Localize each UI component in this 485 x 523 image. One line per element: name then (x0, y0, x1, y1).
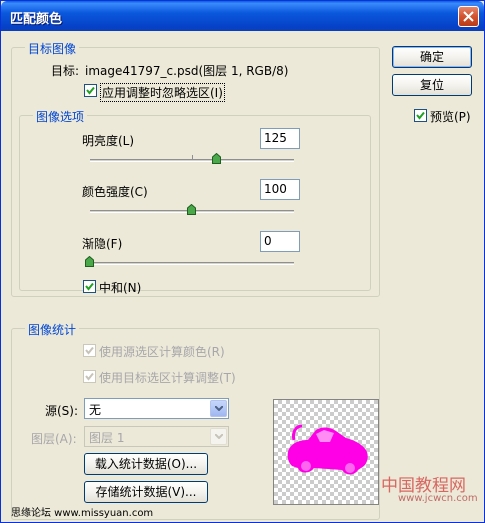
target-image-legend: 目标图像 (25, 40, 80, 57)
ok-button[interactable]: 确定 (392, 46, 472, 68)
ignore-selection-checkbox[interactable] (84, 84, 97, 97)
target-value: image41797_c.psd(图层 1, RGB/8) (85, 64, 289, 78)
fade-slider-track[interactable] (90, 262, 294, 265)
use-target-selection-checkbox[interactable] (83, 370, 96, 383)
source-label: 源(S): (45, 404, 79, 418)
luminance-label: 明亮度(L) (82, 134, 135, 148)
check-icon (85, 282, 94, 291)
watermark-right-url: www.jcwcn.com (398, 493, 478, 504)
color-intensity-label: 颜色强度(C) (82, 185, 148, 199)
fade-label: 渐隐(F) (82, 237, 123, 251)
color-intensity-slider-thumb[interactable] (187, 204, 196, 215)
title-bar[interactable]: 匹配颜色 (1, 1, 484, 31)
chevron-down-icon (215, 406, 223, 411)
check-icon (85, 346, 94, 355)
neutralize-label: 中和(N) (99, 281, 142, 295)
watermark-left: 思缘论坛 www.missyuan.com (11, 508, 154, 519)
image-options-legend: 图像选项 (33, 108, 88, 125)
close-icon (463, 11, 474, 22)
luminance-slider-center-tick (192, 155, 193, 160)
source-select[interactable]: 无 (84, 398, 229, 419)
window-title: 匹配颜色 (10, 12, 63, 27)
source-select-value: 无 (89, 403, 102, 417)
layer-select-arrow[interactable] (210, 428, 227, 445)
layer-select-value: 图层 1 (89, 431, 125, 445)
dialog-body: 目标图像 目标: image41797_c.psd(图层 1, RGB/8) 应… (3, 31, 482, 522)
statistics-preview-thumbnail (273, 399, 379, 505)
use-source-selection-label: 使用源选区计算颜色(R) (99, 345, 225, 359)
luminance-input[interactable]: 125 (260, 128, 300, 149)
check-icon (86, 86, 95, 95)
use-target-selection-label: 使用目标选区计算调整(T) (99, 371, 236, 385)
match-color-dialog: 匹配颜色 目标图像 目标: image41797_c.psd(图层 1, RGB… (0, 0, 485, 523)
close-button[interactable] (458, 6, 479, 27)
neutralize-checkbox[interactable] (83, 280, 96, 293)
preview-checkbox[interactable] (414, 109, 427, 122)
luminance-slider-thumb[interactable] (212, 153, 221, 164)
layer-select[interactable]: 图层 1 (84, 426, 229, 447)
fade-input[interactable]: 0 (260, 231, 300, 252)
ignore-selection-label[interactable]: 应用调整时忽略选区(I) (100, 83, 225, 102)
color-intensity-input[interactable]: 100 (260, 179, 300, 200)
use-source-selection-checkbox[interactable] (83, 344, 96, 357)
reset-button[interactable]: 复位 (392, 74, 472, 96)
load-statistics-button[interactable]: 载入统计数据(O)... (84, 453, 208, 475)
image-statistics-legend: 图像统计 (25, 321, 80, 338)
target-label: 目标: (51, 64, 80, 78)
chevron-down-icon (215, 434, 223, 439)
layer-label: 图层(A): (31, 432, 77, 446)
source-select-arrow[interactable] (210, 400, 227, 417)
save-statistics-button[interactable]: 存储统计数据(V)... (84, 481, 208, 503)
preview-label: 预览(P) (430, 110, 471, 124)
preview-shape-image (287, 424, 368, 475)
check-icon (416, 111, 425, 120)
fade-slider-thumb[interactable] (85, 256, 94, 267)
check-icon (85, 372, 94, 381)
